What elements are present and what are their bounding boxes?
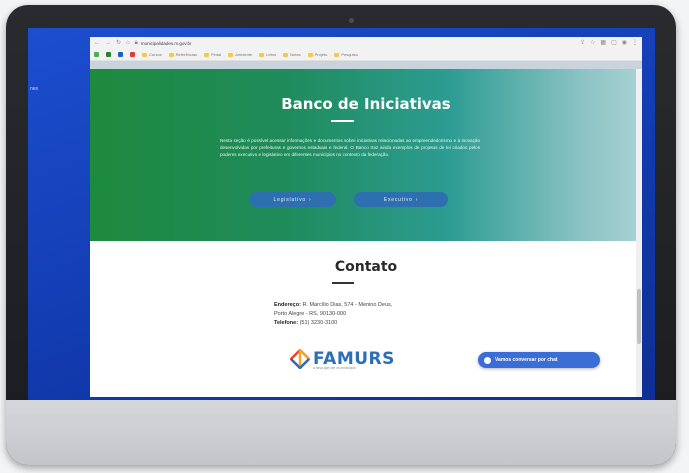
bookmark-item[interactable]: Cursos <box>142 52 162 57</box>
contato-title: Contato <box>334 259 398 275</box>
bookmark-item[interactable]: Leitor <box>259 52 276 57</box>
sidebar-icon[interactable]: ▢ <box>611 40 617 46</box>
endereco-label: Endereço: <box>274 302 301 308</box>
endereco-value: R. Marcílio Dias, 574 - Menino Deus, <box>302 302 393 308</box>
chevron-right-icon: › <box>308 196 312 203</box>
share-icon[interactable]: ⇪ <box>580 40 585 46</box>
contato-section: Contato Endereço: R. Marcílio Dias, 574 … <box>90 241 642 389</box>
logo-text: FAMURS <box>313 348 395 369</box>
desktop-label: nes <box>30 86 39 92</box>
cidade-text: Porto Alegre - RS, 90130-000 <box>274 311 347 317</box>
telefone-value[interactable]: (51) 3230-3100 <box>300 320 338 326</box>
back-icon[interactable]: ← <box>94 40 100 46</box>
bookmark-item[interactable]: Referências <box>168 52 197 57</box>
folder-icon <box>334 52 340 57</box>
docs-icon[interactable] <box>118 52 123 57</box>
youtube-icon[interactable] <box>130 52 135 57</box>
bookmark-item[interactable]: Ambiente <box>228 52 252 57</box>
address-block: Endereço: R. Marcílio Dias, 574 - Menino… <box>274 301 392 328</box>
browser-toolbar: ← → ↻ ⌂ 🔒︎ municipalidades.rs.gov.br ⇪ ☆… <box>90 37 642 49</box>
bookmark-item[interactable]: Pesquisa <box>334 52 358 57</box>
star-icon[interactable]: ☆ <box>590 40 595 46</box>
bookmarks-bar: Cursos Referências Pedal Ambiente Leitor… <box>90 49 642 61</box>
folder-icon <box>168 52 174 57</box>
profile-icon[interactable]: ◉ <box>622 40 627 46</box>
url-text: municipalidades.rs.gov.br <box>140 40 192 46</box>
apps-icon[interactable] <box>94 52 99 57</box>
hero-divider <box>331 120 354 122</box>
reload-icon[interactable]: ↻ <box>116 40 121 46</box>
hero-description: Nesta seção é possível acessar informaçõ… <box>220 138 480 157</box>
lock-icon: 🔒︎ <box>134 40 138 46</box>
hero-banco-iniciativas: Banco de Iniciativas Nesta seção é possí… <box>90 69 642 241</box>
chat-label: Vamos conversar por chat <box>495 357 558 363</box>
page-top-strip <box>90 61 642 69</box>
menu-icon[interactable]: ⋮ <box>632 40 638 46</box>
folder-icon <box>228 52 234 57</box>
chevron-right-icon: › <box>415 196 419 203</box>
forward-icon[interactable]: → <box>105 40 111 46</box>
folder-icon <box>204 52 210 57</box>
contato-divider <box>332 282 354 284</box>
bookmark-item[interactable]: Notas <box>283 52 301 57</box>
folder-icon <box>283 52 289 57</box>
home-icon[interactable]: ⌂ <box>126 40 130 46</box>
address-bar[interactable]: 🔒︎ municipalidades.rs.gov.br <box>135 39 395 47</box>
folder-icon <box>142 52 147 57</box>
legislativo-button[interactable]: Legislativo › <box>249 192 336 207</box>
desktop-screen: nes ← → ↻ ⌂ 🔒︎ municipalidades.rs.gov.br… <box>28 28 655 400</box>
chat-button[interactable]: Vamos conversar por chat <box>478 352 600 368</box>
folder-icon <box>307 52 313 57</box>
extensions-icon[interactable]: ▦ <box>600 40 606 46</box>
sheets-icon[interactable] <box>106 52 111 57</box>
telefone-label: Telefone: <box>274 320 299 326</box>
chat-bubble-icon <box>484 356 491 364</box>
monitor-chin <box>6 400 676 465</box>
folder-icon <box>259 52 265 57</box>
hero-title: Banco de Iniciativas <box>281 95 451 113</box>
camera-icon <box>349 18 354 23</box>
famurs-logo-mark-icon <box>290 349 310 369</box>
bookmark-item[interactable]: Projeto <box>307 52 327 57</box>
browser-window: ← → ↻ ⌂ 🔒︎ municipalidades.rs.gov.br ⇪ ☆… <box>90 37 642 397</box>
executivo-button[interactable]: Executivo › <box>354 192 448 207</box>
scrollbar-thumb[interactable] <box>637 289 641 344</box>
logo-subtitle: A força que une os municípios <box>313 366 356 370</box>
page-scrollbar[interactable] <box>636 69 642 397</box>
bookmark-item[interactable]: Pedal <box>204 52 221 57</box>
